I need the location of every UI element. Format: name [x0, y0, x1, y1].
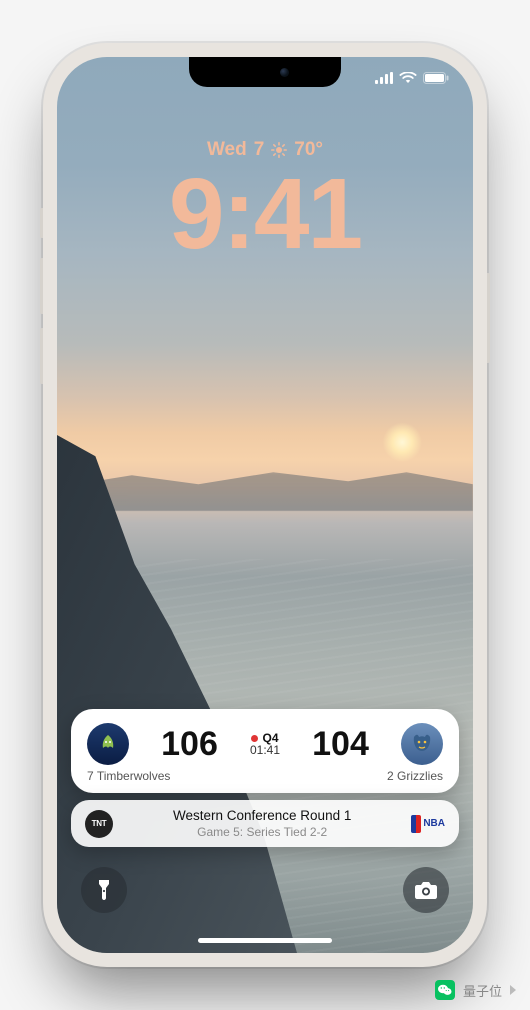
live-activity-area: 106 Q4 01:41 104 7 Timberwolves [71, 709, 459, 847]
battery-icon [423, 72, 449, 84]
camera-button[interactable] [403, 867, 449, 913]
wallpaper-hills [57, 451, 473, 511]
live-activity-context[interactable]: TNT Western Conference Round 1 Game 5: S… [71, 800, 459, 847]
home-indicator[interactable] [198, 938, 332, 943]
flashlight-icon [95, 879, 113, 901]
camera-icon [414, 880, 438, 900]
timberwolves-logo [87, 723, 129, 765]
home-team-label: 2 Grizzlies [387, 769, 443, 783]
flashlight-button[interactable] [81, 867, 127, 913]
notch [189, 57, 341, 87]
live-dot-icon [251, 735, 258, 742]
wechat-source-name: 量子位 [463, 981, 502, 1000]
away-score: 106 [161, 725, 218, 764]
scoreboard: 106 Q4 01:41 104 [87, 723, 443, 765]
cellular-icon [375, 72, 393, 84]
sun-icon [271, 142, 287, 158]
series-subtitle: Game 5: Series Tied 2-2 [125, 825, 399, 839]
nba-logo: NBA [411, 815, 445, 833]
game-clock: 01:41 [250, 744, 280, 757]
series-title: Western Conference Round 1 [125, 808, 399, 824]
lock-screen[interactable]: Wed 7 70° 9:41 106 [57, 57, 473, 953]
wechat-icon [435, 980, 455, 1000]
side-button [487, 273, 490, 363]
grizzlies-logo [401, 723, 443, 765]
wifi-icon [399, 72, 417, 84]
away-team-label: 7 Timberwolves [87, 769, 170, 783]
front-camera [280, 68, 289, 77]
home-score: 104 [312, 725, 369, 764]
wechat-attribution[interactable]: 量子位 [435, 980, 516, 1000]
live-activity-card[interactable]: 106 Q4 01:41 104 7 Timberwolves [71, 709, 459, 793]
lock-time: 9:41 [57, 157, 473, 272]
quick-actions [81, 867, 449, 913]
game-clock-block: Q4 01:41 [250, 732, 280, 757]
tnt-logo: TNT [85, 810, 113, 838]
iphone-frame: Wed 7 70° 9:41 106 [43, 43, 487, 967]
chevron-right-icon [510, 985, 516, 995]
